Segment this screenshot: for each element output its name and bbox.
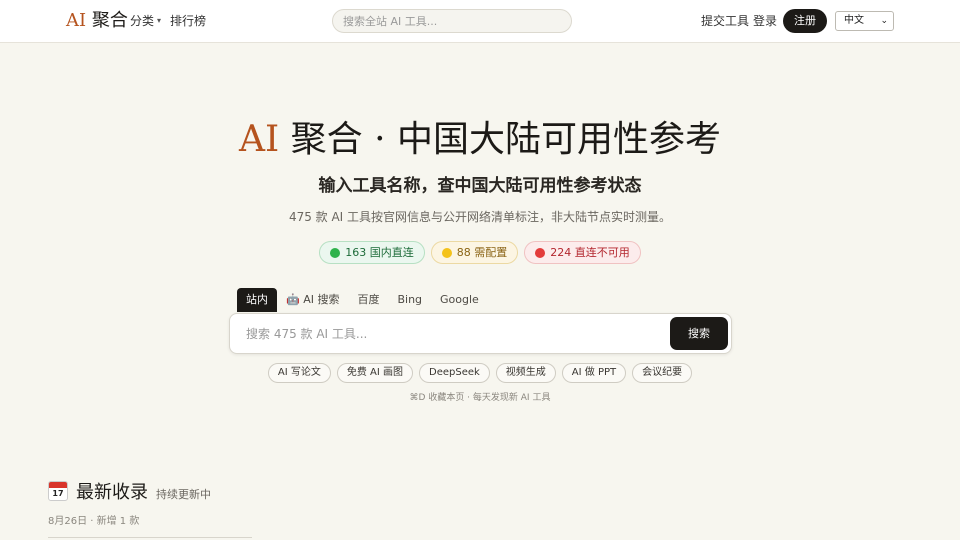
register-button[interactable]: 注册 (783, 9, 827, 33)
chip-meeting-notes[interactable]: 会议纪要 (632, 363, 693, 383)
language-selected: 中文 (844, 15, 864, 26)
bookmark-hint: ⌘D 收藏本页 · 每天发现新 AI 工具 (409, 393, 551, 403)
tab-baidu[interactable]: 百度 (348, 288, 388, 312)
search-button[interactable]: 搜索 (670, 317, 728, 350)
caret-down-icon: ▾ (157, 16, 162, 25)
chip-free-ai-drawing[interactable]: 免费 AI 画图 (336, 363, 413, 383)
title-text: 聚合 · 中国大陆可用性参考 (279, 119, 721, 160)
badge-direct-label: 163 国内直连 (345, 246, 414, 259)
page-title: AI 聚合 · 中国大陆可用性参考 (0, 117, 960, 163)
site-search-input[interactable] (332, 9, 572, 33)
latest-title: 最新收录 (76, 482, 148, 503)
chip-deepseek[interactable]: DeepSeek (419, 363, 490, 383)
badge-config-label: 88 需配置 (456, 246, 508, 259)
nav-category-dropdown[interactable]: 分类 ▾ (130, 13, 161, 29)
badge-config[interactable]: 88 需配置 (430, 241, 519, 264)
page-description: 475 款 AI 工具按官网信息与公开网络清单标注，非大陆节点实时测量。 (288, 210, 672, 224)
tab-ai-search[interactable]: 🤖 AI 搜索 (277, 288, 348, 312)
logo-ai-text: AI (66, 10, 87, 31)
badge-unavailable[interactable]: 224 直连不可用 (524, 241, 641, 264)
latest-subtitle: 持续更新中 (156, 488, 211, 501)
badge-unavailable-label: 224 直连不可用 (550, 246, 630, 259)
chip-ai-ppt[interactable]: AI 做 PPT (561, 363, 627, 383)
nav-rank-link[interactable]: 排行榜 (170, 13, 206, 29)
tab-site[interactable]: 站内 (237, 288, 277, 312)
submit-tool-link[interactable]: 提交工具 (701, 13, 749, 29)
latest-section-header: 17 最新收录 持续更新中 (48, 478, 211, 503)
main-search-input[interactable] (246, 324, 646, 344)
logo-text: 聚合 (91, 10, 128, 31)
green-dot-icon (330, 247, 341, 258)
page-subtitle: 输入工具名称，查中国大陆可用性参考状态 (318, 176, 642, 196)
latest-date-line: 8月26日 · 新增 1 款 (48, 516, 140, 527)
site-logo[interactable]: AI 聚合 (66, 9, 128, 33)
chip-ai-paper[interactable]: AI 写论文 (267, 363, 331, 383)
red-dot-icon (535, 247, 546, 258)
tab-bing[interactable]: Bing (388, 288, 431, 312)
chip-video-generation[interactable]: 视频生成 (495, 363, 556, 383)
badge-direct[interactable]: 163 国内直连 (319, 241, 425, 264)
calendar-icon: 17 (48, 481, 68, 501)
calendar-icon-date: 17 (52, 489, 64, 498)
tab-google[interactable]: Google (431, 288, 488, 312)
chevron-down-icon: ⌄ (880, 16, 888, 26)
top-navbar: AI 聚合 分类 ▾ 排行榜 提交工具 登录 注册 中文 ⌄ (0, 0, 960, 43)
language-select[interactable]: 中文 ⌄ (835, 11, 894, 31)
nav-category-label: 分类 (130, 14, 155, 28)
login-link[interactable]: 登录 (753, 13, 777, 29)
search-engine-tabs: 站内 🤖 AI 搜索 百度 Bing Google (237, 288, 488, 312)
quick-search-chips: AI 写论文 免费 AI 画图 DeepSeek 视频生成 AI 做 PPT 会… (0, 363, 960, 383)
main-search-box: 搜索 (229, 313, 732, 354)
title-ai-text: AI (239, 119, 280, 160)
yellow-dot-icon (441, 247, 452, 258)
availability-badges: 163 国内直连 88 需配置 224 直连不可用 (0, 241, 960, 264)
